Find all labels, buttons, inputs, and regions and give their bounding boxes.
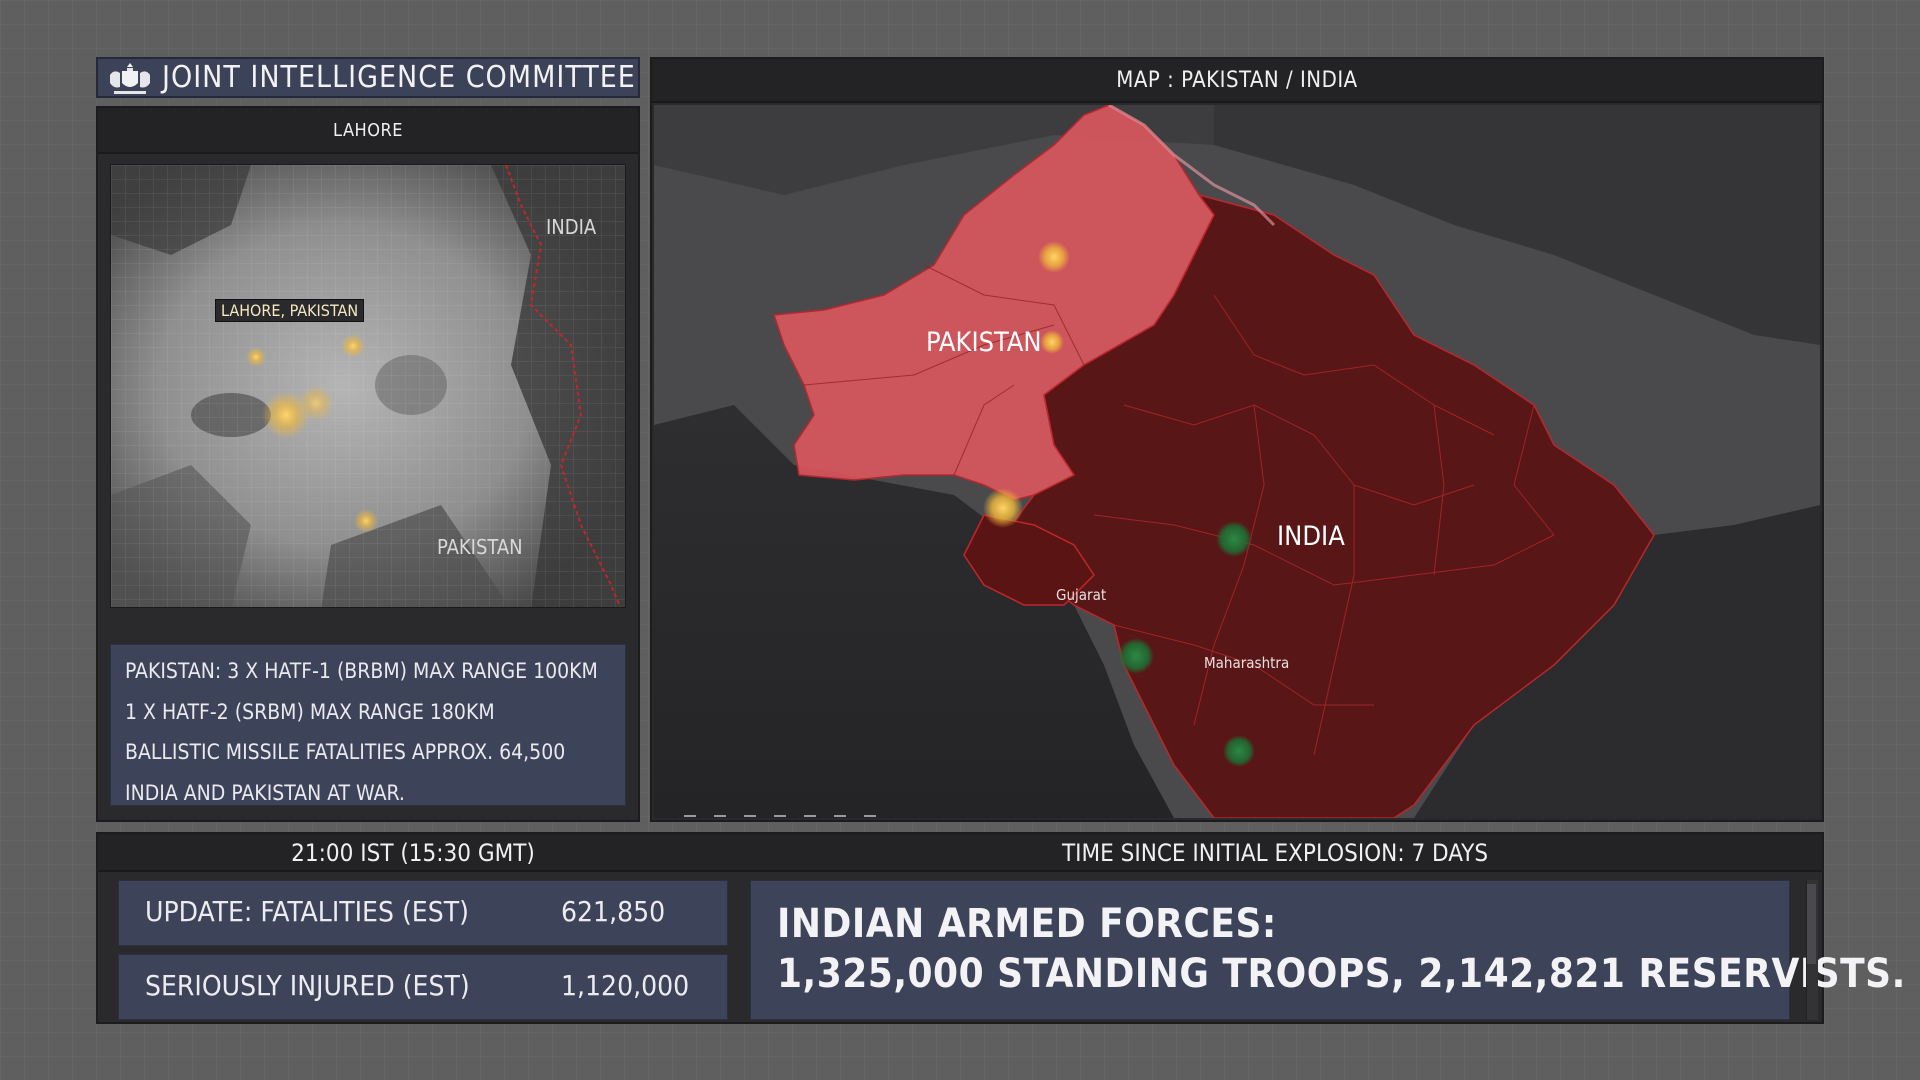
injured-label: SERIOUSLY INJURED (EST) <box>145 969 470 1002</box>
info-line: PAKISTAN: 3 X HATF-1 (BRBM) MAX RANGE 10… <box>125 659 598 683</box>
injured-value: 1,120,000 <box>561 969 690 1002</box>
status-panel: 21:00 IST (15:30 GMT) TIME SINCE INITIAL… <box>96 832 1906 1024</box>
fatalities-label: UPDATE: FATALITIES (EST) <box>145 895 469 928</box>
strike-marker <box>246 347 266 367</box>
lahore-panel: LAHORE LAHORE, PAKISTAN INDIA PAKISTAN P… <box>96 106 640 822</box>
info-line: 1 X HATF-2 (SRBM) MAX RANGE 180KM <box>125 699 495 724</box>
indian-base-marker <box>1118 638 1154 674</box>
map-label-pakistan: PAKISTAN <box>926 327 1042 358</box>
region-map[interactable]: PAKISTAN INDIA Gujarat Maharashtra <box>654 105 1820 818</box>
info-line: BALLISTIC MISSILE FATALITIES APPROX. 64,… <box>125 740 566 764</box>
strike-marker <box>298 385 334 421</box>
header-title: JOINT INTELLIGENCE COMMITTEE <box>162 60 636 95</box>
lahore-panel-title: LAHORE <box>98 108 638 154</box>
lahore-map-india-label: INDIA <box>546 215 597 239</box>
map-panel: MAP : PAKISTAN / INDIA PAKISTAN INDIA Gu… <box>650 57 1824 822</box>
strike-marker <box>354 509 378 533</box>
strike-marker <box>983 488 1023 528</box>
armed-forces-heading: INDIAN ARMED FORCES: <box>777 901 1277 947</box>
indian-base-marker <box>1223 735 1255 767</box>
info-line: INDIA AND PAKISTAN AT WAR. <box>125 780 405 805</box>
map-label-india: INDIA <box>1277 521 1345 552</box>
strike-marker <box>1038 241 1070 273</box>
strike-marker <box>341 334 365 358</box>
scrollbar-thumb[interactable] <box>1807 884 1816 964</box>
indian-base-marker <box>1216 521 1252 557</box>
strike-marker <box>1040 330 1064 354</box>
time-since-explosion: TIME SINCE INITIAL EXPLOSION: 7 DAYS <box>1061 839 1489 867</box>
fatalities-stat: UPDATE: FATALITIES (EST) 621,850 <box>118 880 728 946</box>
armed-forces-detail: 1,325,000 STANDING TROOPS, 2,142,821 RES… <box>777 951 1906 997</box>
jic-header: JOINT INTELLIGENCE COMMITTEE <box>96 57 640 98</box>
current-time: 21:00 IST (15:30 GMT) <box>291 839 535 867</box>
map-label-maharashtra: Maharashtra <box>1204 654 1290 672</box>
lahore-satellite-map[interactable]: LAHORE, PAKISTAN INDIA PAKISTAN <box>110 164 626 608</box>
map-label-gujarat: Gujarat <box>1056 586 1107 604</box>
royal-crest-icon <box>110 62 150 94</box>
armed-forces-box: INDIAN ARMED FORCES: 1,325,000 STANDING … <box>750 880 1906 1020</box>
status-bar: 21:00 IST (15:30 GMT) TIME SINCE INITIAL… <box>98 834 1822 872</box>
lahore-city-label: LAHORE, PAKISTAN <box>215 299 365 322</box>
map-panel-title: MAP : PAKISTAN / INDIA <box>652 59 1822 103</box>
injured-stat: SERIOUSLY INJURED (EST) 1,120,000 <box>118 954 728 1020</box>
lahore-info-box: PAKISTAN: 3 X HATF-1 (BRBM) MAX RANGE 10… <box>110 644 626 806</box>
fatalities-value: 621,850 <box>561 895 666 928</box>
lahore-map-pakistan-label: PAKISTAN <box>437 535 523 559</box>
